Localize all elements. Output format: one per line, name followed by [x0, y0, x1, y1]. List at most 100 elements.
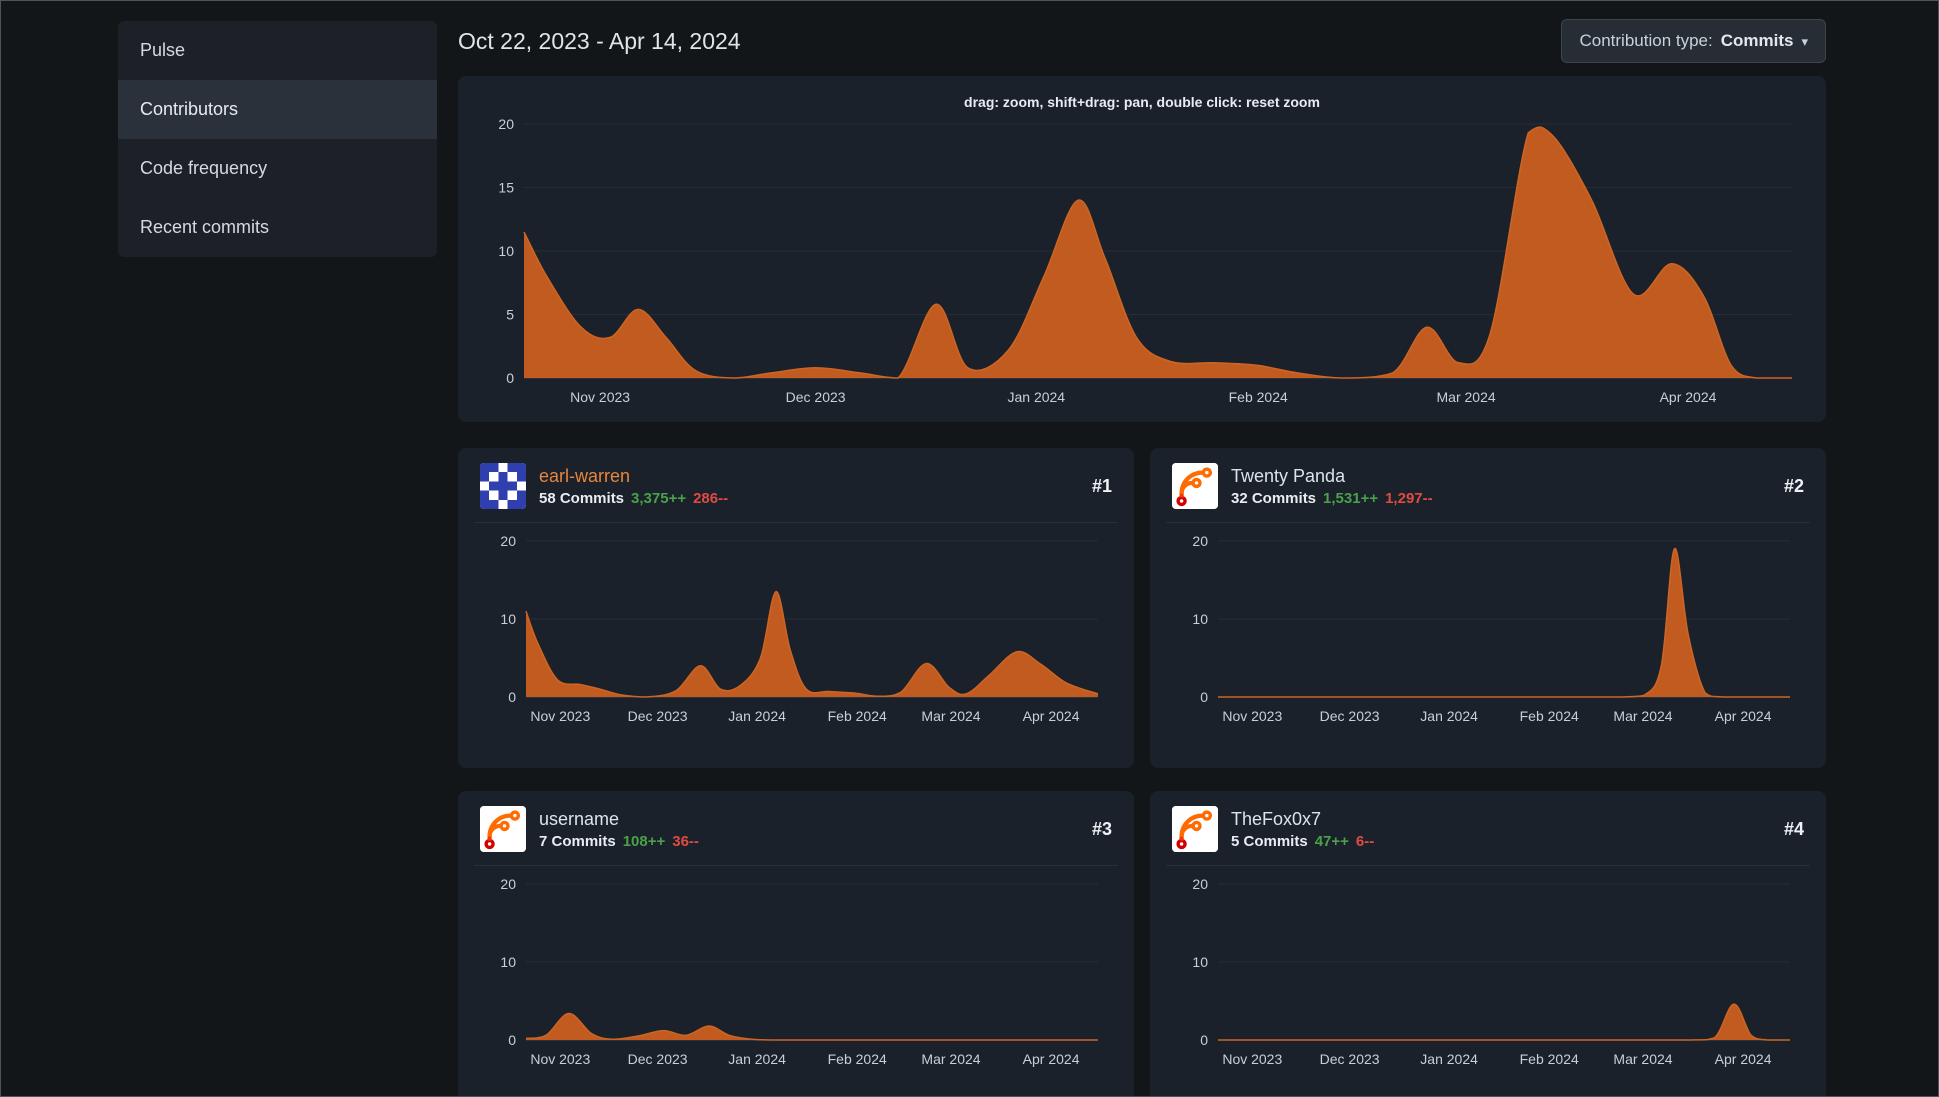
commit-count: 7 Commits — [539, 832, 616, 850]
additions-count: 1,531++ — [1323, 489, 1379, 507]
svg-text:Feb 2024: Feb 2024 — [828, 1051, 887, 1067]
contribution-type-label: Contribution type: — [1579, 31, 1713, 50]
svg-text:Nov 2023: Nov 2023 — [530, 1051, 590, 1067]
contributor-cards-grid: earl-warren 58 Commits 3,375++ 286-- #1 … — [458, 448, 1826, 1096]
svg-text:5: 5 — [506, 307, 514, 323]
commit-count: 5 Commits — [1231, 832, 1308, 850]
repo-activity-page: Pulse Contributors Code frequency Recent… — [0, 0, 1939, 1097]
contributor-commits-chart[interactable]: 0 10 20 Nov 2023 Dec 2023 Jan 2024 Feb 2024 Mar… — [474, 874, 1118, 1074]
contributor-titles: username 7 Commits 108++ 36-- — [539, 809, 699, 850]
contributor-name[interactable]: TheFox0x7 — [1231, 809, 1374, 830]
contributor-name[interactable]: earl-warren — [539, 466, 728, 487]
contributor-commits-chart[interactable]: 0 10 20 Nov 2023 Dec 2023 Jan 2024 Feb 2024 Mar… — [474, 531, 1118, 731]
svg-text:Nov 2023: Nov 2023 — [1222, 1051, 1282, 1067]
overall-commits-chart[interactable]: 0 5 10 15 20 Nov 2023 Dec 2023 Jan 2024 Feb 2024… — [472, 114, 1812, 412]
contributor-commits-chart[interactable]: 0 10 20 Nov 2023 Dec 2023 Jan 2024 Feb 2024 Mar… — [1166, 874, 1810, 1074]
svg-text:Feb 2024: Feb 2024 — [1229, 389, 1288, 405]
contributor-card-header: TheFox0x7 5 Commits 47++ 6-- #4 — [1166, 791, 1810, 866]
svg-text:Mar 2024: Mar 2024 — [921, 708, 980, 724]
additions-count: 47++ — [1314, 832, 1349, 850]
svg-text:Mar 2024: Mar 2024 — [1437, 389, 1496, 405]
svg-text:10: 10 — [498, 243, 514, 259]
svg-text:Feb 2024: Feb 2024 — [1520, 1051, 1579, 1067]
svg-text:Jan 2024: Jan 2024 — [728, 708, 786, 724]
forgejo-logo-icon — [480, 806, 526, 852]
svg-text:20: 20 — [498, 116, 514, 132]
sidebar-item-code-frequency[interactable]: Code frequency — [118, 139, 437, 198]
svg-text:Dec 2023: Dec 2023 — [1320, 708, 1380, 724]
svg-text:Nov 2023: Nov 2023 — [570, 389, 630, 405]
activity-sidebar: Pulse Contributors Code frequency Recent… — [118, 21, 437, 257]
svg-text:Jan 2024: Jan 2024 — [1420, 708, 1478, 724]
svg-text:Nov 2023: Nov 2023 — [530, 708, 590, 724]
svg-text:15: 15 — [498, 180, 514, 196]
contributor-stats: 7 Commits 108++ 36-- — [539, 833, 699, 850]
contributor-commits-chart[interactable]: 0 10 20 Nov 2023 Dec 2023 Jan 2024 Feb 2024 Mar… — [1166, 531, 1810, 731]
forgejo-logo-icon — [1172, 463, 1218, 509]
svg-text:Apr 2024: Apr 2024 — [1660, 389, 1717, 405]
svg-text:0: 0 — [1200, 1032, 1208, 1048]
contributor-rank: #3 — [1091, 818, 1112, 839]
forgejo-logo-icon — [1172, 806, 1218, 852]
deletions-count: 286-- — [693, 489, 729, 507]
svg-text:20: 20 — [500, 876, 516, 892]
contributor-card: Twenty Panda 32 Commits 1,531++ 1,297-- … — [1150, 448, 1826, 768]
sidebar-item-recent-commits[interactable]: Recent commits — [118, 198, 437, 257]
svg-text:Dec 2023: Dec 2023 — [786, 389, 846, 405]
contributor-avatar[interactable] — [1172, 463, 1218, 509]
commit-count: 32 Commits — [1231, 489, 1317, 507]
deletions-count: 6-- — [1355, 832, 1375, 850]
svg-text:10: 10 — [1192, 954, 1208, 970]
svg-text:Feb 2024: Feb 2024 — [828, 708, 887, 724]
contributor-name[interactable]: Twenty Panda — [1231, 466, 1433, 487]
contributor-titles: Twenty Panda 32 Commits 1,531++ 1,297-- — [1231, 466, 1433, 507]
svg-text:Apr 2024: Apr 2024 — [1715, 708, 1772, 724]
svg-text:Jan 2024: Jan 2024 — [1420, 1051, 1478, 1067]
svg-text:Apr 2024: Apr 2024 — [1023, 708, 1080, 724]
activity-content: Oct 22, 2023 - Apr 14, 2024 Contribution… — [458, 1, 1826, 1096]
deletions-count: 36-- — [672, 832, 699, 850]
additions-count: 3,375++ — [631, 489, 687, 507]
contribution-type-dropdown[interactable]: Contribution type: Commits ▾ — [1561, 19, 1826, 63]
svg-text:20: 20 — [1192, 533, 1208, 549]
contributor-avatar[interactable] — [480, 463, 526, 509]
svg-text:0: 0 — [508, 1032, 516, 1048]
date-range-title: Oct 22, 2023 - Apr 14, 2024 — [458, 27, 741, 54]
contributor-card: username 7 Commits 108++ 36-- #3 0 10 20 No… — [458, 791, 1134, 1096]
svg-text:Dec 2023: Dec 2023 — [1320, 1051, 1380, 1067]
svg-text:Apr 2024: Apr 2024 — [1715, 1051, 1772, 1067]
contribution-type-value: Commits — [1720, 31, 1794, 50]
contributor-stats: 5 Commits 47++ 6-- — [1231, 833, 1374, 850]
svg-text:Mar 2024: Mar 2024 — [1613, 1051, 1672, 1067]
contributor-titles: earl-warren 58 Commits 3,375++ 286-- — [539, 466, 728, 507]
activity-header: Oct 22, 2023 - Apr 14, 2024 Contribution… — [458, 17, 1826, 65]
overall-activity-panel: drag: zoom, shift+drag: pan, double clic… — [458, 76, 1826, 422]
contributor-name[interactable]: username — [539, 809, 699, 830]
contributor-stats: 32 Commits 1,531++ 1,297-- — [1231, 490, 1433, 507]
contributor-avatar[interactable] — [1172, 806, 1218, 852]
sidebar-item-pulse[interactable]: Pulse — [118, 21, 437, 80]
deletions-count: 1,297-- — [1385, 489, 1433, 507]
contributor-card: TheFox0x7 5 Commits 47++ 6-- #4 0 10 20 Nov… — [1150, 791, 1826, 1096]
svg-text:Jan 2024: Jan 2024 — [728, 1051, 786, 1067]
svg-text:20: 20 — [1192, 876, 1208, 892]
svg-text:Mar 2024: Mar 2024 — [1613, 708, 1672, 724]
svg-text:10: 10 — [1192, 611, 1208, 627]
contributor-card-header: username 7 Commits 108++ 36-- #3 — [474, 791, 1118, 866]
svg-text:Nov 2023: Nov 2023 — [1222, 708, 1282, 724]
contributor-rank: #1 — [1091, 475, 1112, 496]
commit-count: 58 Commits — [539, 489, 625, 507]
contributor-avatar[interactable] — [480, 806, 526, 852]
sidebar-item-contributors[interactable]: Contributors — [118, 80, 437, 139]
svg-text:Feb 2024: Feb 2024 — [1520, 708, 1579, 724]
contributor-rank: #4 — [1783, 818, 1804, 839]
svg-text:Dec 2023: Dec 2023 — [628, 1051, 688, 1067]
svg-text:10: 10 — [500, 611, 516, 627]
svg-text:10: 10 — [500, 954, 516, 970]
svg-text:0: 0 — [508, 689, 516, 705]
svg-text:Apr 2024: Apr 2024 — [1023, 1051, 1080, 1067]
contributor-card: earl-warren 58 Commits 3,375++ 286-- #1 … — [458, 448, 1134, 768]
svg-text:Mar 2024: Mar 2024 — [921, 1051, 980, 1067]
chart-zoom-hint: drag: zoom, shift+drag: pan, double clic… — [964, 94, 1320, 110]
chevron-down-icon: ▾ — [1801, 33, 1808, 49]
